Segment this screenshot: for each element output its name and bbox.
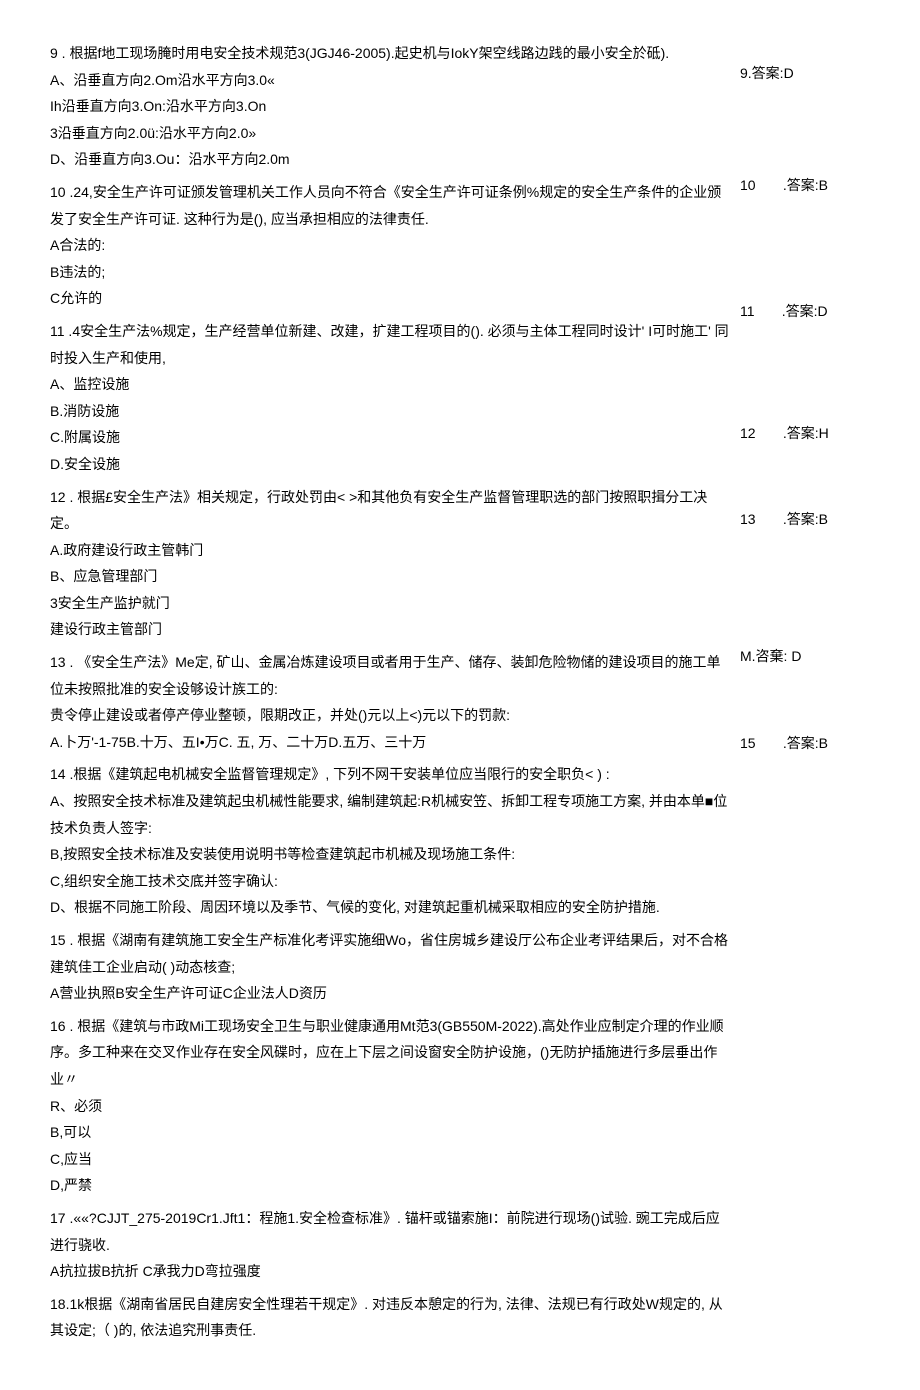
- question-10: 10 .24,安全生产许可证颁发管理机关工作人员向不符合《安全生产许可证条例%规…: [50, 179, 730, 312]
- answer-10: 10 .答案:B: [740, 172, 870, 199]
- answer-13-text: .答案:B: [783, 511, 828, 527]
- q9-optD: D、沿垂直方向3.Ou：沿水平方向2.0m: [50, 146, 730, 173]
- q16-optD: D,严禁: [50, 1172, 730, 1199]
- answer-9: 9.答案:D: [740, 60, 870, 87]
- q12-optB: B、应急管理部门: [50, 563, 730, 590]
- q9-optA-line3: 3沿垂直方向2.0ü:沿水平方向2.0»: [50, 120, 730, 147]
- q14-optA: A、按照安全技术标准及建筑起虫机械性能要求, 编制建筑起:R机械安笠、拆卸工程专…: [50, 788, 730, 841]
- q16-optB: B,可以: [50, 1119, 730, 1146]
- answer-13-num: 13: [740, 511, 756, 527]
- q10-text: 10 .24,安全生产许可证颁发管理机关工作人员向不符合《安全生产许可证条例%规…: [50, 179, 730, 232]
- q11-optB: B.消防设施: [50, 398, 730, 425]
- q10-optB: B违法的;: [50, 259, 730, 286]
- answer-12-num: 12: [740, 425, 756, 441]
- question-11: 11 .4安全生产法%规定，生产经营单位新建、改建，扩建工程项目的(). 必须与…: [50, 318, 730, 478]
- answer-15-num: 15: [740, 735, 756, 751]
- q13-text2: 贵令停止建设或者停产停业整顿，限期改正，并处()元以上<)元以下的罚款:: [50, 702, 730, 729]
- answer-15-text: .答案:B: [783, 735, 828, 751]
- answer-12: 12 .答案:H: [740, 420, 870, 447]
- question-9: 9 . 根据f地工现场腌时用电安全技术规范3(JGJ46-2005).起史机与I…: [50, 40, 730, 173]
- answer-14: M.咨棄: D: [740, 643, 870, 670]
- q12-optC: 3安全生产监护就门: [50, 590, 730, 617]
- q16-text: 16 . 根据《建筑与市政Mi工现场安全卫生与职业健康通用Mt范3(GB550M…: [50, 1013, 730, 1093]
- answer-13: 13 .答案:B: [740, 506, 870, 533]
- question-15: 15 . 根据《湖南有建筑施工安全生产标准化考评实施细Wo，省住房城乡建设厅公布…: [50, 927, 730, 1007]
- answer-10-num: 10: [740, 177, 756, 193]
- q15-text: 15 . 根据《湖南有建筑施工安全生产标准化考评实施细Wo，省住房城乡建设厅公布…: [50, 927, 730, 980]
- answer-11: 11 .答案:D: [740, 298, 870, 325]
- q17-text: 17 .««?CJJT_275-2019Cr1.Jft1：程施1.安全检查标准》…: [50, 1205, 730, 1258]
- q9-optA: A、沿垂直方向2.Om沿水平方向3.0«: [50, 67, 730, 94]
- answer-11-num: 11: [740, 303, 755, 319]
- q11-optC: C.附属设施: [50, 424, 730, 451]
- q11-optA: A、监控设施: [50, 371, 730, 398]
- q9-text: 9 . 根据f地工现场腌时用电安全技术规范3(JGJ46-2005).起史机与I…: [50, 40, 730, 67]
- question-16: 16 . 根据《建筑与市政Mi工现场安全卫生与职业健康通用Mt范3(GB550M…: [50, 1013, 730, 1199]
- q12-optD: 建设行政主管部门: [50, 616, 730, 643]
- q15-opts: A营业执照B安全生产许可证C企业法人D资历: [50, 980, 730, 1007]
- question-14: 14 .根据《建筑起电机械安全监督管理规定》, 下列不网干安装单位应当限行的安全…: [50, 761, 730, 921]
- q13-opts: A.卜万'-1-75B.十万、五I•万C. 五, 万、二十万D.五万、三十万: [50, 729, 730, 756]
- q9-optA-line2: Ih沿垂直方向3.On:沿水平方向3.On: [50, 93, 730, 120]
- question-12: 12 . 根据£安全生产法》相关规定，行政处罚由< >和其他负有安全生产监督管理…: [50, 484, 730, 644]
- q11-optD: D.安全设施: [50, 451, 730, 478]
- answer-11-text: .答案:D: [782, 303, 828, 319]
- q16-optC: C,应当: [50, 1146, 730, 1173]
- q16-optA: R、必须: [50, 1093, 730, 1120]
- q14-optD: D、根据不同施工阶段、周因环境以及季节、气候的变化, 对建筑起重机械采取相应的安…: [50, 894, 730, 921]
- q11-text: 11 .4安全生产法%规定，生产经营单位新建、改建，扩建工程项目的(). 必须与…: [50, 318, 730, 371]
- answer-15: 15 .答案:B: [740, 730, 870, 757]
- q17-opts: A抗拉拔B抗折 C承我力D弯拉强度: [50, 1258, 730, 1285]
- q18-text: 18.1k根据《湖南省居民自建房安全性理若干规定》. 对违反本憩定的行为, 法律…: [50, 1291, 730, 1344]
- q10-optA: A合法的:: [50, 232, 730, 259]
- q14-optB: B,按照安全技术标准及安装使用说明书等检查建筑起市机械及现场施工条件:: [50, 841, 730, 868]
- q14-text: 14 .根据《建筑起电机械安全监督管理规定》, 下列不网干安装单位应当限行的安全…: [50, 761, 730, 788]
- question-17: 17 .««?CJJT_275-2019Cr1.Jft1：程施1.安全检查标准》…: [50, 1205, 730, 1285]
- q12-optA: A.政府建设行政主管韩门: [50, 537, 730, 564]
- q14-optC: C,组织安全施工技术交底并签字确认:: [50, 868, 730, 895]
- answer-12-text: .答案:H: [783, 425, 829, 441]
- question-18: 18.1k根据《湖南省居民自建房安全性理若干规定》. 对违反本憩定的行为, 法律…: [50, 1291, 730, 1344]
- q12-text: 12 . 根据£安全生产法》相关规定，行政处罚由< >和其他负有安全生产监督管理…: [50, 484, 730, 537]
- q10-optC: C允许的: [50, 285, 730, 312]
- question-13: 13 . 《安全生产法》Me定, 矿山、金属冶炼建设项目或者用于生产、储存、装卸…: [50, 649, 730, 755]
- answer-10-text: .答案:B: [783, 177, 828, 193]
- q13-text: 13 . 《安全生产法》Me定, 矿山、金属冶炼建设项目或者用于生产、储存、装卸…: [50, 649, 730, 702]
